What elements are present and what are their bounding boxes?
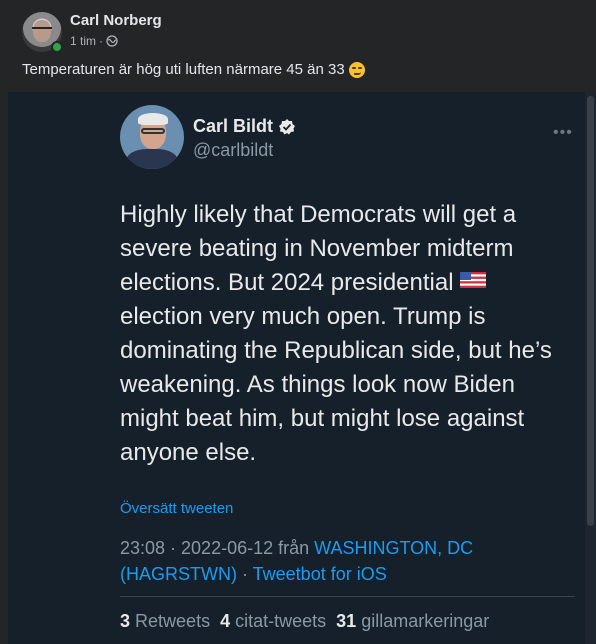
tweet-client-link[interactable]: Tweetbot for iOS [253,564,387,584]
smirk-emoji-icon [348,61,365,78]
post-time[interactable]: 1 tim [70,34,96,48]
meta-separator: · [99,34,104,48]
quotes-label: citat-tweets [235,611,327,631]
tweet-body-part1: Highly likely that Democrats will get a … [120,201,517,296]
tweet-via-separator: · [236,564,253,584]
retweets-label: Retweets [135,611,211,631]
tweet-body-part2: election very much open. Trump is domina… [120,303,552,466]
post-header: Carl Norberg 1 tim · [0,0,596,60]
verified-icon [279,118,296,134]
more-options-icon[interactable]: ••• [553,124,573,142]
tweet-stats: 3 Retweets 4 citat-tweets 31 gillamarker… [120,611,489,632]
online-status-icon [51,41,63,53]
likes-count: 31 [336,611,357,631]
globe-icon[interactable] [106,35,118,47]
poster-name[interactable]: Carl Norberg [70,12,162,29]
translate-tweet-link[interactable]: Översätt tweeten [120,500,233,517]
post-text: Temperaturen är hög uti luften närmare 4… [22,61,365,78]
quotes-count: 4 [220,611,231,631]
stats-divider [120,596,575,597]
likes-label: gillamarkeringar [361,611,490,631]
tweet-author-avatar[interactable] [120,105,184,169]
post-meta: 1 tim · [70,34,118,48]
post-text-content: Temperaturen är hög uti luften närmare 4… [22,61,345,78]
tweet-timestamp[interactable]: 23:08 · 2022-06-12 från [120,538,314,558]
tweet-author-handle[interactable]: @carlbildt [193,140,273,161]
tweet-body: Highly likely that Democrats will get a … [120,198,560,470]
scrollbar-thumb[interactable] [587,96,594,526]
tweet-author-name[interactable]: Carl Bildt [193,116,296,137]
quotes-stat[interactable]: 4 citat-tweets [220,611,326,632]
tweet-meta: 23:08 · 2022-06-12 från WASHINGTON, DC (… [120,535,570,587]
retweets-count: 3 [120,611,131,631]
retweets-stat[interactable]: 3 Retweets [120,611,210,632]
tweet-author-name-text: Carl Bildt [193,116,274,136]
us-flag-icon [460,272,487,288]
likes-stat[interactable]: 31 gillamarkeringar [336,611,489,632]
